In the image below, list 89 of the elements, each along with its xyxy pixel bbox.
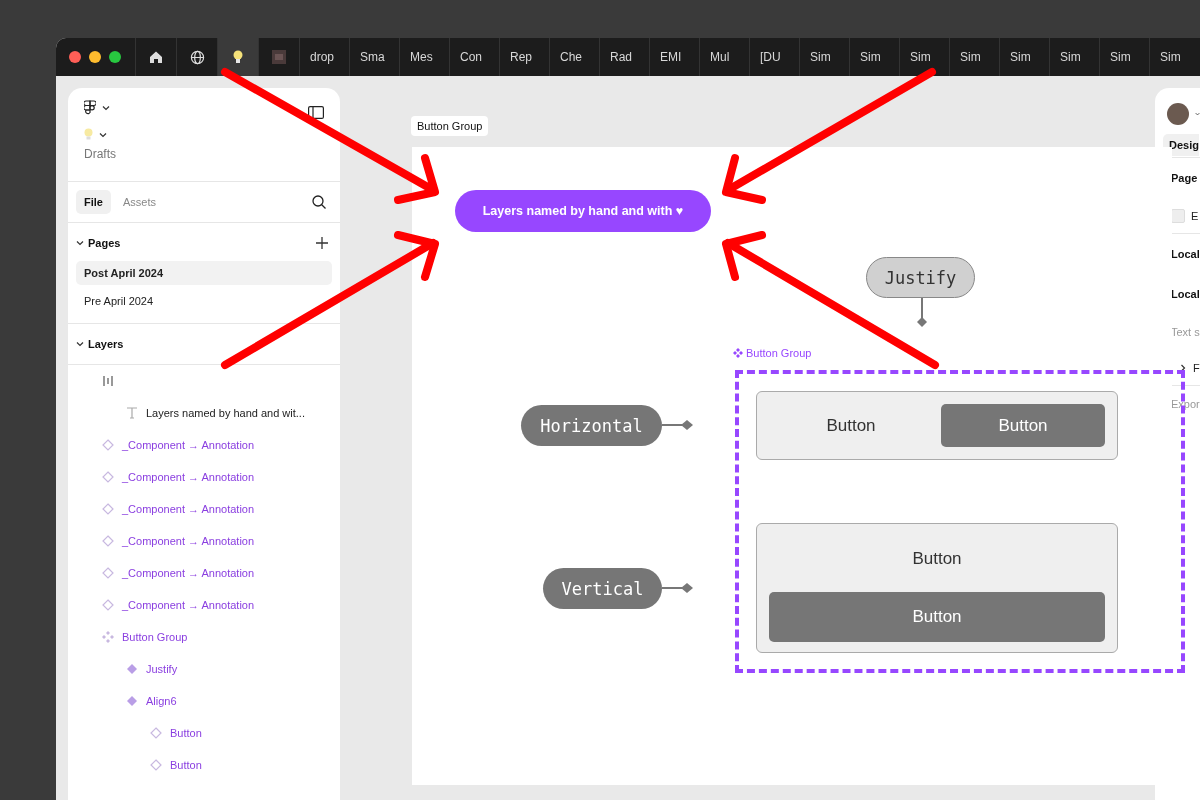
browser-tab[interactable]: Sim (799, 38, 849, 76)
browser-tab[interactable]: Mul (699, 38, 749, 76)
diamond-icon (102, 503, 114, 515)
home-icon (149, 50, 163, 64)
page-item[interactable]: Post April 2024 (76, 261, 332, 285)
browser-tab[interactable]: Rad (599, 38, 649, 76)
browser-tab[interactable]: drop (299, 38, 349, 76)
page-color-value[interactable]: E (1191, 209, 1199, 222)
page-item[interactable]: Pre April 2024 (76, 289, 332, 313)
chevron-icon[interactable] (1179, 363, 1187, 372)
button[interactable]: Button (769, 534, 1105, 584)
diamond-icon (102, 535, 114, 547)
layer-item[interactable]: _Component → Annotation (68, 525, 340, 557)
layer-item[interactable]: _Component → Annotation (68, 461, 340, 493)
globe-icon (189, 49, 205, 65)
auto-layout-icon (102, 375, 114, 387)
layer-item[interactable]: Button (68, 749, 340, 781)
browser-tab[interactable]: Sim (849, 38, 899, 76)
add-icon[interactable] (316, 237, 328, 249)
sidebar-toggle-icon[interactable] (308, 106, 324, 119)
browser-tab[interactable]: Sim (999, 38, 1049, 76)
panel-tab[interactable]: File (76, 190, 111, 214)
component-icon (733, 348, 743, 358)
browser-tab[interactable]: [DU (749, 38, 799, 76)
lightbulb-icon (84, 128, 93, 141)
project-name[interactable]: Drafts (84, 147, 324, 161)
connector-line (915, 298, 929, 330)
section-heading: Page (1170, 171, 1199, 186)
connector-line (662, 418, 694, 432)
diamond-icon (102, 471, 114, 483)
component-label: Button Group (733, 347, 812, 359)
button[interactable]: Button (941, 404, 1105, 447)
lightbulb-icon (233, 49, 243, 65)
minimize-button[interactable] (89, 51, 101, 63)
browser-tab[interactable]: Sma (349, 38, 399, 76)
browser-tab[interactable]: Sim (1049, 38, 1099, 76)
annotation-pill: Justify (866, 257, 975, 298)
chevron-icon[interactable] (76, 340, 84, 348)
diamond-icon (102, 567, 114, 579)
browser-tab[interactable]: Rep (499, 38, 549, 76)
diamond-icon (126, 695, 138, 707)
text-icon (126, 407, 138, 419)
browser-tab[interactable]: Che (549, 38, 599, 76)
annotation-label: Layers named by hand and with ♥ (455, 190, 711, 232)
layer-item[interactable]: _Component → Annotation (68, 429, 340, 461)
diamond-icon (150, 759, 162, 771)
chevron-icon[interactable] (76, 239, 84, 247)
component-icon (102, 631, 114, 643)
browser-tab[interactable] (217, 38, 258, 76)
avatar[interactable] (1167, 103, 1189, 125)
caret-icon[interactable] (102, 104, 110, 112)
figma-logo-icon[interactable] (84, 100, 96, 116)
diamond-icon (126, 663, 138, 675)
layer-item[interactable]: Justify (68, 653, 340, 685)
button[interactable]: Button (769, 404, 933, 447)
text-style-item[interactable]: F (1193, 361, 1200, 374)
browser-tab[interactable]: Sim (899, 38, 949, 76)
panel-tab[interactable]: Assets (114, 190, 164, 214)
layer-item[interactable]: _Component → Annotation (68, 557, 340, 589)
diamond-icon (102, 439, 114, 451)
browser-tab[interactable]: EMI (649, 38, 699, 76)
thumbnail-icon (272, 50, 286, 64)
browser-tab[interactable]: Mes (399, 38, 449, 76)
layer-item[interactable]: Button Group (68, 621, 340, 653)
maximize-button[interactable] (109, 51, 121, 63)
button[interactable]: Button (769, 592, 1105, 642)
section-title: Pages (88, 237, 122, 249)
browser-tab[interactable]: Sim (1149, 38, 1199, 76)
layer-item[interactable]: _Component → Annotation (68, 493, 340, 525)
caret-icon[interactable] (99, 130, 107, 139)
section-title: Layers (88, 338, 125, 350)
close-button[interactable] (69, 51, 81, 63)
section-heading: Local (1170, 247, 1200, 262)
connector-line (662, 581, 694, 595)
browser-tab[interactable]: Con (449, 38, 499, 76)
frame-label: Button Group (411, 116, 489, 136)
browser-tab[interactable]: Sim (949, 38, 999, 76)
annotation-pill: Horizontal (521, 405, 662, 446)
section-heading: Local (1170, 287, 1200, 302)
diamond-icon (150, 727, 162, 739)
annotation-pill: Vertical (543, 568, 662, 609)
layer-item[interactable]: Layers named by hand and wit... (68, 397, 340, 429)
layer-item[interactable]: _Component → Annotation (68, 589, 340, 621)
search-icon[interactable] (312, 195, 326, 209)
browser-tab[interactable]: Sim (1099, 38, 1149, 76)
section-label: Text s (1170, 325, 1200, 340)
layer-item[interactable]: Button (68, 717, 340, 749)
diamond-icon (102, 599, 114, 611)
layer-item[interactable]: Align6 (68, 685, 340, 717)
